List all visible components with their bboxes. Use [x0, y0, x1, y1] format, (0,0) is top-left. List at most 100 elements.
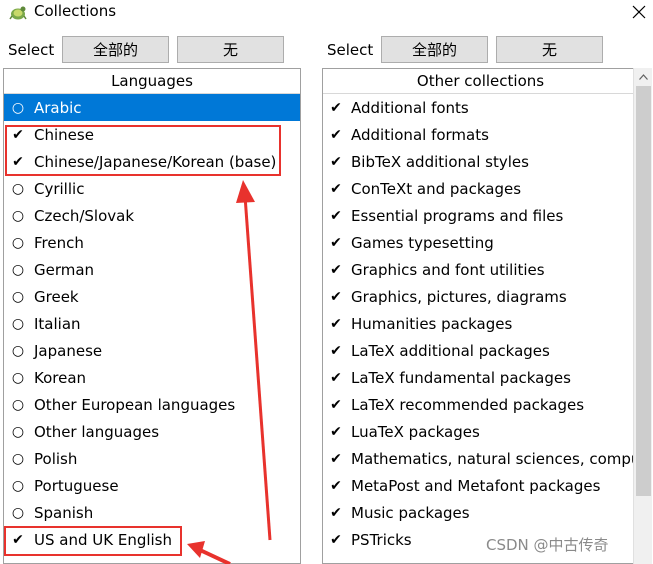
- list-item[interactable]: ✔ Humanities packages: [323, 310, 638, 337]
- languages-list[interactable]: Languages ○ Arabic ✔ Chinese ✔ Chinese/Japane…: [3, 68, 301, 564]
- unchecked-circle-icon: ○: [11, 99, 25, 116]
- list-item-label: Essential programs and files: [351, 206, 564, 225]
- list-item[interactable]: ○ Greek: [4, 283, 300, 310]
- unchecked-circle-icon: ○: [11, 450, 25, 467]
- list-item[interactable]: ✔ Graphics, pictures, diagrams: [323, 283, 638, 310]
- list-item-label: German: [34, 260, 95, 279]
- list-item[interactable]: ✔ ConTeXt and packages: [323, 175, 638, 202]
- list-item[interactable]: ○ Spanish: [4, 499, 300, 526]
- list-item[interactable]: ✔ Mathematics, natural sciences, compu: [323, 445, 638, 472]
- list-item-label: Graphics and font utilities: [351, 260, 545, 279]
- list-item-label: French: [34, 233, 84, 252]
- select-label: Select: [8, 41, 55, 59]
- list-item-label: Japanese: [34, 341, 103, 360]
- list-item[interactable]: ✔ LaTeX additional packages: [323, 337, 638, 364]
- list-item-label: LaTeX recommended packages: [351, 395, 585, 414]
- checkmark-icon: ✔: [330, 369, 342, 386]
- other-collections-header: Other collections: [323, 69, 638, 94]
- list-item-label: Additional formats: [351, 125, 489, 144]
- list-item[interactable]: ○ Other European languages: [4, 391, 300, 418]
- list-item-label: Korean: [34, 368, 87, 387]
- list-item-label: Mathematics, natural sciences, compu: [351, 449, 639, 468]
- list-item-label: Arabic: [34, 98, 82, 117]
- unchecked-circle-icon: ○: [11, 396, 25, 413]
- list-item-label: Spanish: [34, 503, 94, 522]
- other-collections-list[interactable]: Other collections ✔ Additional fonts ✔ Addi…: [322, 68, 639, 564]
- list-item[interactable]: ○ Polish: [4, 445, 300, 472]
- list-item[interactable]: ✔ Graphics and font utilities: [323, 256, 638, 283]
- unchecked-circle-icon: ○: [11, 504, 25, 521]
- list-item[interactable]: ○ Arabic: [4, 94, 300, 121]
- unchecked-circle-icon: ○: [11, 423, 25, 440]
- list-item-label: LaTeX additional packages: [351, 341, 550, 360]
- select-all-button[interactable]: 全部的: [62, 36, 169, 63]
- unchecked-circle-icon: ○: [11, 342, 25, 359]
- list-item[interactable]: ○ Other languages: [4, 418, 300, 445]
- unchecked-circle-icon: ○: [11, 234, 25, 251]
- list-item[interactable]: ○ Czech/Slovak: [4, 202, 300, 229]
- list-item[interactable]: ○ Italian: [4, 310, 300, 337]
- list-item-label: Other European languages: [34, 395, 236, 414]
- list-item[interactable]: ✔ Essential programs and files: [323, 202, 638, 229]
- list-item[interactable]: ✔ US and UK English: [4, 526, 300, 553]
- list-item[interactable]: ✔ LaTeX recommended packages: [323, 391, 638, 418]
- list-item[interactable]: ✔ LuaTeX packages: [323, 418, 638, 445]
- list-item-label: PSTricks: [351, 530, 412, 549]
- scroll-up-button[interactable]: [634, 68, 653, 86]
- checkmark-icon: ✔: [330, 423, 342, 440]
- scroll-thumb[interactable]: [636, 86, 651, 496]
- select-label: Select: [327, 41, 374, 59]
- checkmark-icon: ✔: [330, 288, 342, 305]
- unchecked-circle-icon: ○: [11, 207, 25, 224]
- checkmark-icon: ✔: [330, 180, 342, 197]
- unchecked-circle-icon: ○: [11, 477, 25, 494]
- list-item-label: US and UK English: [34, 530, 173, 549]
- checkmark-icon: ✔: [330, 315, 342, 332]
- checkmark-icon: ✔: [330, 396, 342, 413]
- close-button[interactable]: [624, 0, 653, 24]
- list-item[interactable]: ✔ MetaPost and Metafont packages: [323, 472, 638, 499]
- list-item[interactable]: ○ German: [4, 256, 300, 283]
- select-row: Select 全部的 无: [320, 34, 653, 64]
- checkmark-icon: ✔: [330, 153, 342, 170]
- select-all-button[interactable]: 全部的: [381, 36, 488, 63]
- list-item-label: Italian: [34, 314, 81, 333]
- watermark: CSDN @中古传奇: [486, 536, 609, 554]
- list-item[interactable]: ✔ Music packages: [323, 499, 638, 526]
- checkmark-icon: ✔: [330, 342, 342, 359]
- checkmark-icon: ✔: [330, 207, 342, 224]
- list-item[interactable]: ✔ Games typesetting: [323, 229, 638, 256]
- checkmark-icon: ✔: [330, 531, 342, 548]
- list-item-label: Chinese/Japanese/Korean (base): [34, 152, 277, 171]
- list-item-label: Polish: [34, 449, 78, 468]
- list-item[interactable]: ○ Portuguese: [4, 472, 300, 499]
- checkmark-icon: ✔: [330, 99, 342, 116]
- select-row: Select 全部的 无: [0, 34, 305, 64]
- list-item-label: Portuguese: [34, 476, 119, 495]
- list-item[interactable]: ✔ Chinese: [4, 121, 300, 148]
- list-item-label: Music packages: [351, 503, 470, 522]
- chevron-up-icon: [639, 74, 648, 80]
- list-item[interactable]: ○ Korean: [4, 364, 300, 391]
- list-item[interactable]: ✔ Chinese/Japanese/Korean (base): [4, 148, 300, 175]
- list-item[interactable]: ○ French: [4, 229, 300, 256]
- list-item[interactable]: ✔ BibTeX additional styles: [323, 148, 638, 175]
- list-item-label: LaTeX fundamental packages: [351, 368, 571, 387]
- window-title: Collections: [34, 2, 117, 20]
- unchecked-circle-icon: ○: [11, 315, 25, 332]
- list-item[interactable]: ✔ Additional fonts: [323, 94, 638, 121]
- checkmark-icon: ✔: [330, 477, 342, 494]
- list-item-label: Other languages: [34, 422, 160, 441]
- list-item-label: BibTeX additional styles: [351, 152, 529, 171]
- languages-header: Languages: [4, 69, 300, 94]
- list-item[interactable]: ○ Japanese: [4, 337, 300, 364]
- list-item[interactable]: ✔ Additional formats: [323, 121, 638, 148]
- checkmark-icon: ✔: [330, 504, 342, 521]
- list-item-label: Chinese: [34, 125, 94, 144]
- select-none-button[interactable]: 无: [496, 36, 603, 63]
- vertical-scrollbar[interactable]: [633, 68, 652, 564]
- list-item[interactable]: ○ Cyrillic: [4, 175, 300, 202]
- list-item-label: LuaTeX packages: [351, 422, 480, 441]
- list-item[interactable]: ✔ LaTeX fundamental packages: [323, 364, 638, 391]
- select-none-button[interactable]: 无: [177, 36, 284, 63]
